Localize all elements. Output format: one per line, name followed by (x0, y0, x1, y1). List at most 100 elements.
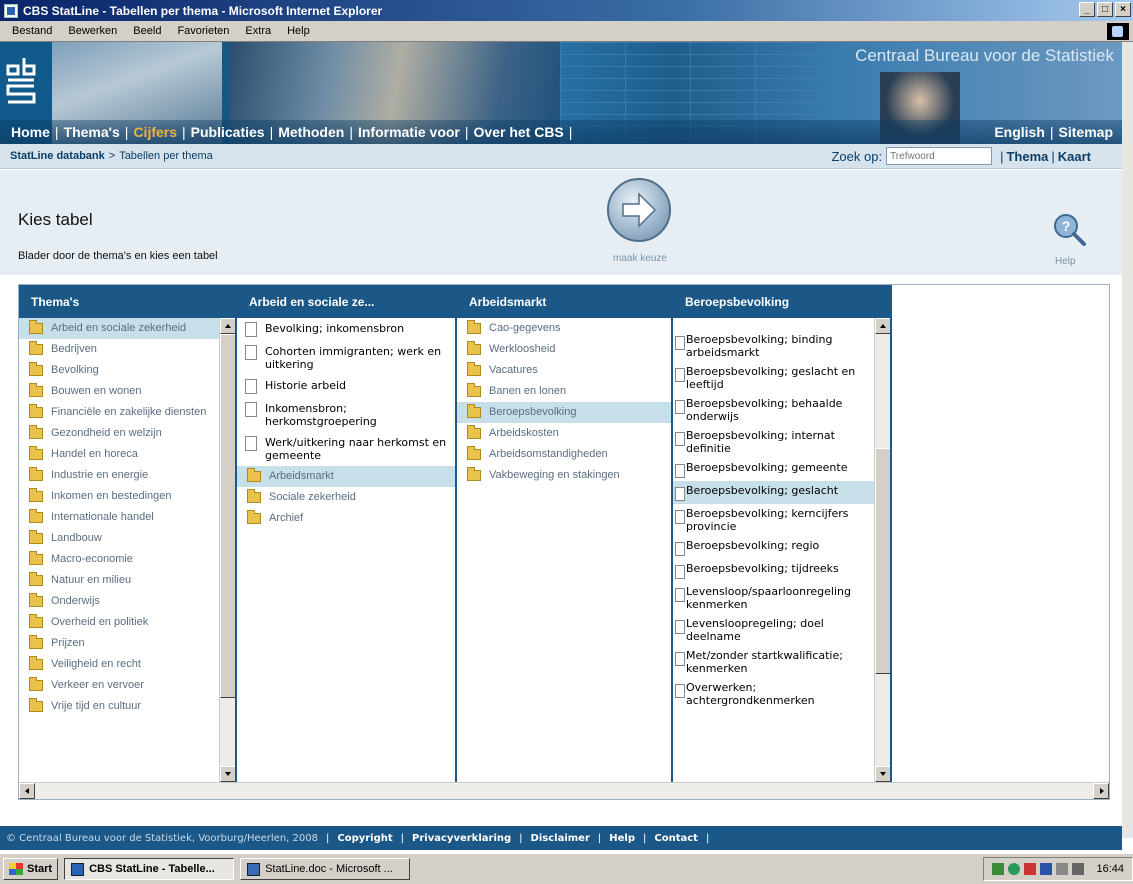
subtheme-item[interactable]: Arbeidsmarkt (237, 466, 455, 487)
start-button[interactable]: Start (3, 858, 59, 880)
subtheme-item[interactable]: Vakbeweging en stakingen (457, 465, 671, 486)
footer-link-disclaimer[interactable]: Disclaimer (523, 833, 598, 844)
subtheme-item[interactable]: Cao-gegevens (457, 318, 671, 339)
table-item[interactable]: Beroepsbevolking; behaalde onderwijs (673, 394, 874, 426)
table-item[interactable]: Beroepsbevolking; geslacht (673, 481, 874, 504)
breadcrumb-statline[interactable]: StatLine databank (10, 150, 105, 162)
menu-help[interactable]: Help (279, 25, 318, 37)
table-item[interactable]: Beroepsbevolking; tijdreeks (673, 559, 874, 582)
theme-item[interactable]: Vrije tijd en cultuur (19, 696, 219, 717)
nav-methoden[interactable]: Methoden (273, 124, 349, 140)
nav-informatie-voor[interactable]: Informatie voor (353, 124, 465, 140)
table-item[interactable]: Bevolking; inkomensbron (237, 318, 455, 341)
nav-themas[interactable]: Thema's (59, 124, 125, 140)
table-item[interactable]: Beroepsbevolking; kerncijfers provincie (673, 504, 874, 536)
theme-item[interactable]: Internationale handel (19, 507, 219, 528)
next-button[interactable] (607, 178, 671, 242)
browser-hscrollbar[interactable] (19, 782, 1109, 799)
column-themas-scrollbar[interactable] (219, 318, 236, 782)
theme-item[interactable]: Veiligheid en recht (19, 654, 219, 675)
scroll-up-button[interactable] (220, 318, 236, 334)
theme-item[interactable]: Industrie en energie (19, 465, 219, 486)
theme-item[interactable]: Financiële en zakelijke diensten (19, 402, 219, 423)
table-item[interactable]: Cohorten immigranten; werk en uitkering (237, 341, 455, 375)
subtheme-item[interactable]: Sociale zekerheid (237, 487, 455, 508)
theme-item[interactable]: Overheid en politiek (19, 612, 219, 633)
theme-item-label: Prijzen (51, 637, 85, 649)
taskbar-ie-window[interactable]: CBS StatLine - Tabelle... (64, 858, 235, 880)
close-button[interactable]: × (1115, 2, 1131, 17)
menu-bewerken[interactable]: Bewerken (60, 25, 125, 37)
security-icon[interactable] (1040, 863, 1053, 875)
nav-english[interactable]: English (989, 124, 1050, 140)
theme-item[interactable]: Onderwijs (19, 591, 219, 612)
table-item[interactable]: Levensloopregeling; doel deelname (673, 614, 874, 646)
footer-link-privacy[interactable]: Privacyverklaring (404, 833, 519, 844)
display-icon[interactable] (1072, 863, 1085, 875)
table-item[interactable]: Beroepsbevolking; regio (673, 536, 874, 559)
subtheme-item[interactable]: Vacatures (457, 360, 671, 381)
theme-item[interactable]: Handel en horeca (19, 444, 219, 465)
volume-icon[interactable] (1056, 863, 1069, 875)
taskbar-word-window[interactable]: StatLine.doc - Microsoft ... (240, 858, 411, 880)
theme-item[interactable]: Landbouw (19, 528, 219, 549)
scroll-right-button[interactable] (1093, 783, 1109, 799)
scroll-down-button[interactable] (220, 766, 236, 782)
table-item[interactable]: Historie arbeid (237, 375, 455, 398)
table-item[interactable]: Met/zonder startkwalificatie; kenmerken (673, 646, 874, 678)
scroll-thumb[interactable] (220, 334, 236, 698)
menu-bestand[interactable]: Bestand (4, 25, 60, 37)
nav-publicaties[interactable]: Publicaties (186, 124, 270, 140)
window-title-bar[interactable]: CBS StatLine - Tabellen per thema - Micr… (0, 0, 1133, 21)
subtheme-item[interactable]: Werkloosheid (457, 339, 671, 360)
alert-icon[interactable] (1024, 863, 1037, 875)
theme-item[interactable]: Verkeer en vervoer (19, 675, 219, 696)
subtheme-item[interactable]: Arbeidskosten (457, 423, 671, 444)
menu-beeld[interactable]: Beeld (125, 25, 169, 37)
table-item[interactable]: Beroepsbevolking; gemeente (673, 458, 874, 481)
window-scrollbar[interactable] (1122, 42, 1133, 838)
search-link-thema[interactable]: Thema (1003, 149, 1051, 164)
search-link-kaart[interactable]: Kaart (1055, 149, 1094, 164)
theme-item[interactable]: Bedrijven (19, 339, 219, 360)
footer-link-copyright[interactable]: Copyright (329, 833, 400, 844)
footer-link-help[interactable]: Help (601, 833, 643, 844)
theme-item[interactable]: Bouwen en wonen (19, 381, 219, 402)
nav-cijfers[interactable]: Cijfers (128, 124, 182, 140)
table-item[interactable]: Beroepsbevolking; geslacht en leeftijd (673, 362, 874, 394)
search-input[interactable] (886, 147, 993, 165)
menu-favorieten[interactable]: Favorieten (169, 25, 237, 37)
subtheme-item[interactable]: Beroepsbevolking (457, 402, 671, 423)
theme-item[interactable]: Arbeid en sociale zekerheid (19, 318, 219, 339)
nav-sitemap[interactable]: Sitemap (1054, 124, 1118, 140)
table-item[interactable]: Levensloop/spaarloonregeling kenmerken (673, 582, 874, 614)
table-item[interactable]: Beroepsbevolking; internat definitie (673, 426, 874, 458)
menu-extra[interactable]: Extra (237, 25, 279, 37)
column-beroeps-scrollbar[interactable] (874, 318, 891, 782)
theme-item[interactable]: Bevolking (19, 360, 219, 381)
scroll-down-button[interactable] (875, 766, 891, 782)
theme-item[interactable]: Inkomen en bestedingen (19, 486, 219, 507)
network-icon[interactable] (992, 863, 1005, 875)
minimize-button[interactable]: _ (1079, 2, 1095, 17)
table-item[interactable]: Werk/uitkering naar herkomst en gemeente (237, 432, 455, 466)
theme-item[interactable]: Natuur en milieu (19, 570, 219, 591)
table-item[interactable]: Inkomensbron; herkomstgroepering (237, 398, 455, 432)
antivirus-icon[interactable] (1008, 863, 1021, 875)
subtheme-item[interactable]: Banen en lonen (457, 381, 671, 402)
nav-home[interactable]: Home (6, 124, 55, 140)
table-item[interactable]: Overwerken; achtergrondkenmerken (673, 678, 874, 710)
maximize-button[interactable]: □ (1097, 2, 1113, 17)
scroll-up-button[interactable] (875, 318, 891, 334)
scroll-thumb[interactable] (875, 448, 891, 674)
subtheme-item[interactable]: Arbeidsomstandigheden (457, 444, 671, 465)
theme-item[interactable]: Prijzen (19, 633, 219, 654)
scroll-left-button[interactable] (19, 783, 35, 799)
footer-link-contact[interactable]: Contact (646, 833, 706, 844)
theme-item[interactable]: Macro-economie (19, 549, 219, 570)
help-icon[interactable]: ? (1052, 212, 1088, 248)
theme-item[interactable]: Gezondheid en welzijn (19, 423, 219, 444)
nav-over-het-cbs[interactable]: Over het CBS (469, 124, 569, 140)
subtheme-item[interactable]: Archief (237, 508, 455, 529)
table-item[interactable]: Beroepsbevolking; binding arbeidsmarkt (673, 330, 874, 362)
